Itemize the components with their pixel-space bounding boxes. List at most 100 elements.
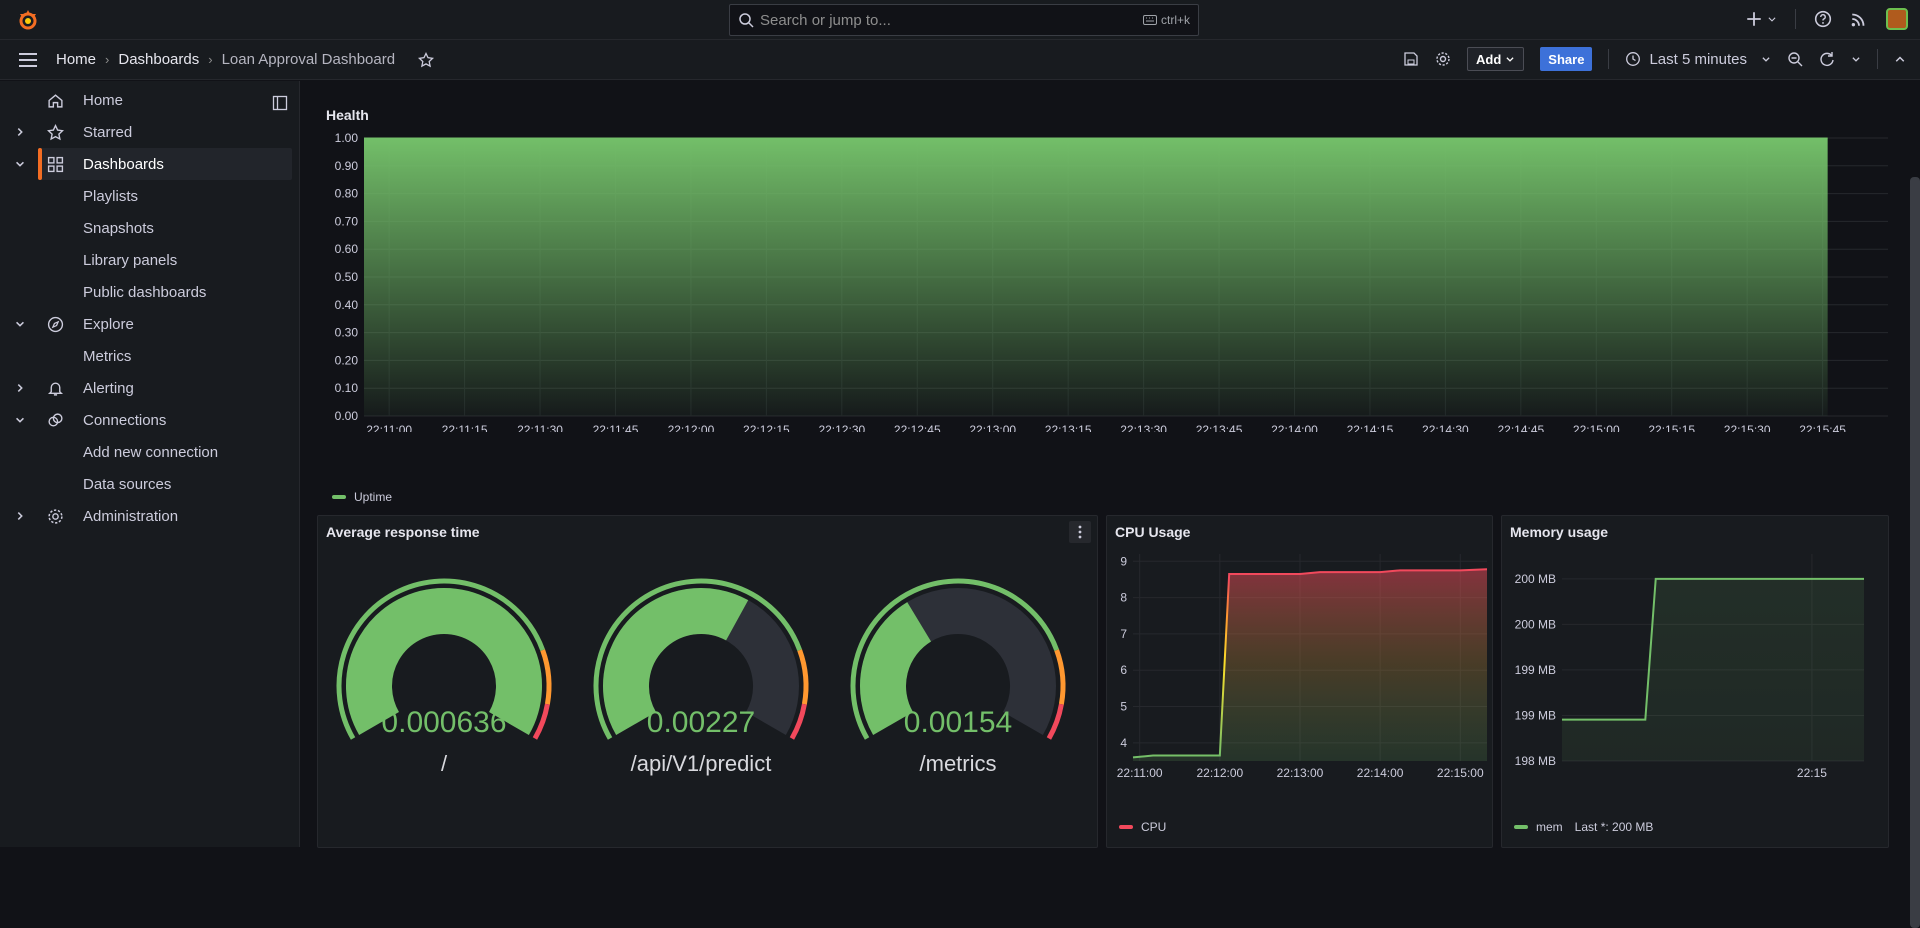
x-tick-label: 22:11:00 (366, 423, 412, 432)
sidebar-item-snapshots[interactable]: Snapshots (0, 212, 292, 244)
chevron-down-icon[interactable] (14, 158, 26, 170)
breadcrumb-current: Loan Approval Dashboard (221, 51, 396, 68)
sidebar-item-explore[interactable]: Explore (0, 308, 292, 340)
top-actions (1745, 8, 1908, 30)
add-button[interactable]: Add (1467, 47, 1525, 71)
connections-icon (48, 412, 63, 427)
shortcut-label: ctrl+k (1160, 13, 1190, 27)
share-button[interactable]: Share (1540, 47, 1593, 71)
chevron-right-icon[interactable] (14, 126, 26, 138)
search-input[interactable]: Search or jump to... ctrl+k (729, 4, 1199, 36)
y-tick-label: 0.40 (335, 298, 359, 312)
gear-icon (48, 508, 63, 524)
chart-legend[interactable]: mem Last *: 200 MB (1514, 820, 1653, 834)
star-icon (47, 123, 64, 140)
time-range-picker[interactable]: Last 5 minutes (1625, 51, 1771, 68)
sidebar-item-add-new-connection[interactable]: Add new connection (0, 436, 292, 468)
chevron-down-icon (1506, 57, 1514, 62)
gauge-threshold-orange (1054, 649, 1066, 705)
legend-swatch (1119, 825, 1133, 829)
sidebar-item-administration[interactable]: Administration (0, 500, 292, 532)
new-menu-button[interactable] (1745, 10, 1777, 28)
chevron-down-icon[interactable] (1851, 54, 1861, 64)
sidebar-item-public-dashboards[interactable]: Public dashboards (0, 276, 292, 308)
gauge-value: 0.000636 (381, 706, 506, 739)
sidebar-item-label: Dashboards (83, 155, 164, 173)
compass-icon (47, 316, 64, 332)
gauge-threshold-orange (540, 649, 552, 705)
x-tick-label: 22:14:15 (1347, 423, 1394, 432)
home-icon (48, 93, 63, 108)
panel-health: Health 0.00 0.10 0.20 0.30 0.40 0.50 0.60 0.70 0… (315, 101, 1890, 519)
legend-last-value: Last *: 200 MB (1574, 820, 1654, 834)
keyboard-shortcut: ctrl+k (1142, 13, 1190, 27)
y-tick-label: 200 MB (1515, 617, 1556, 631)
sidebar-item-starred[interactable]: Starred (0, 116, 292, 148)
chevron-down-icon[interactable] (14, 318, 26, 330)
x-tick-label: 22:12:45 (894, 423, 941, 432)
refresh-icon[interactable] (1819, 51, 1835, 67)
menu-icon[interactable] (18, 52, 38, 68)
sidebar-item-dashboards[interactable]: Dashboards (16, 148, 292, 180)
y-tick-label: 199 MB (1515, 663, 1556, 677)
legend-label: CPU (1141, 820, 1167, 834)
x-tick-label: 22:12:00 (1196, 766, 1243, 780)
x-tick-label: 22:15:00 (1437, 766, 1484, 780)
chevron-down-icon[interactable] (14, 414, 26, 426)
y-tick-label: 8 (1120, 591, 1127, 605)
gauge-threshold-orange (797, 649, 809, 705)
chevron-up-icon[interactable] (1894, 53, 1906, 65)
y-tick-label: 1.00 (335, 132, 359, 145)
scrollbar[interactable] (1910, 177, 1920, 928)
user-avatar[interactable] (1886, 8, 1908, 30)
time-range-label: Last 5 minutes (1649, 50, 1747, 68)
x-tick-label: 22:13:15 (1045, 423, 1092, 432)
breadcrumb: Home › Dashboards › Loan Approval Dashbo… (56, 51, 435, 68)
x-tick-label: 22:14:00 (1357, 766, 1404, 780)
gauge-label: /api/V1/predict (630, 751, 772, 776)
bell-icon (47, 382, 64, 396)
active-indicator (38, 148, 42, 180)
star-icon[interactable] (418, 51, 435, 68)
sidebar: Home Starred Dashboards Playlists Snapshots L… (0, 81, 300, 847)
help-icon[interactable] (1814, 10, 1832, 28)
chart-legend[interactable]: Uptime (332, 490, 392, 504)
y-tick-label: 0.10 (335, 381, 359, 395)
gear-icon[interactable] (1435, 51, 1451, 67)
grafana-logo-icon[interactable] (16, 8, 40, 32)
chevron-right-icon[interactable] (14, 382, 26, 394)
x-tick-label: 22:14:45 (1497, 423, 1544, 432)
y-tick-label: 4 (1120, 736, 1127, 750)
chevron-right-icon[interactable] (14, 510, 26, 522)
chart-legend[interactable]: CPU (1119, 820, 1166, 834)
save-icon[interactable] (1403, 51, 1419, 67)
x-tick-label: 22:12:30 (818, 423, 865, 432)
y-tick-label: 0.90 (335, 159, 359, 173)
keyboard-icon (1142, 15, 1157, 25)
zoom-out-icon[interactable] (1787, 51, 1803, 67)
panel-memory-usage: Memory usage 198 MB 199 MB 199 MB 200 MB 200… (1501, 515, 1889, 848)
sidebar-item-alerting[interactable]: Alerting (0, 372, 292, 404)
sidebar-item-label: Playlists (83, 187, 139, 205)
divider (1608, 49, 1610, 69)
uptime-area (364, 138, 1828, 416)
panel-title: CPU Usage (1115, 524, 1191, 540)
sidebar-item-label: Administration (83, 507, 179, 525)
sidebar-item-library-panels[interactable]: Library panels (0, 244, 292, 276)
dashboard-toolbar: Add Share Last 5 minutes (1403, 47, 1906, 71)
breadcrumb-home[interactable]: Home (56, 51, 96, 68)
sidebar-item-playlists[interactable]: Playlists (0, 180, 292, 212)
sidebar-item-data-sources[interactable]: Data sources (0, 468, 292, 500)
health-chart: 0.00 0.10 0.20 0.30 0.40 0.50 0.60 0.70 0.80 0.90… (335, 132, 1888, 432)
y-tick-label: 6 (1120, 663, 1127, 677)
sidebar-item-label: Explore (83, 315, 134, 333)
news-rss-icon[interactable] (1850, 10, 1868, 28)
legend-label: Uptime (354, 490, 393, 504)
sidebar-item-label: Starred (83, 123, 133, 141)
share-button-label: Share (1548, 51, 1585, 67)
breadcrumb-dashboards[interactable]: Dashboards (118, 51, 199, 68)
sidebar-item-label: Library panels (83, 251, 178, 269)
sidebar-item-connections[interactable]: Connections (0, 404, 292, 436)
sidebar-item-home[interactable]: Home (0, 84, 292, 116)
sidebar-item-metrics[interactable]: Metrics (0, 340, 292, 372)
